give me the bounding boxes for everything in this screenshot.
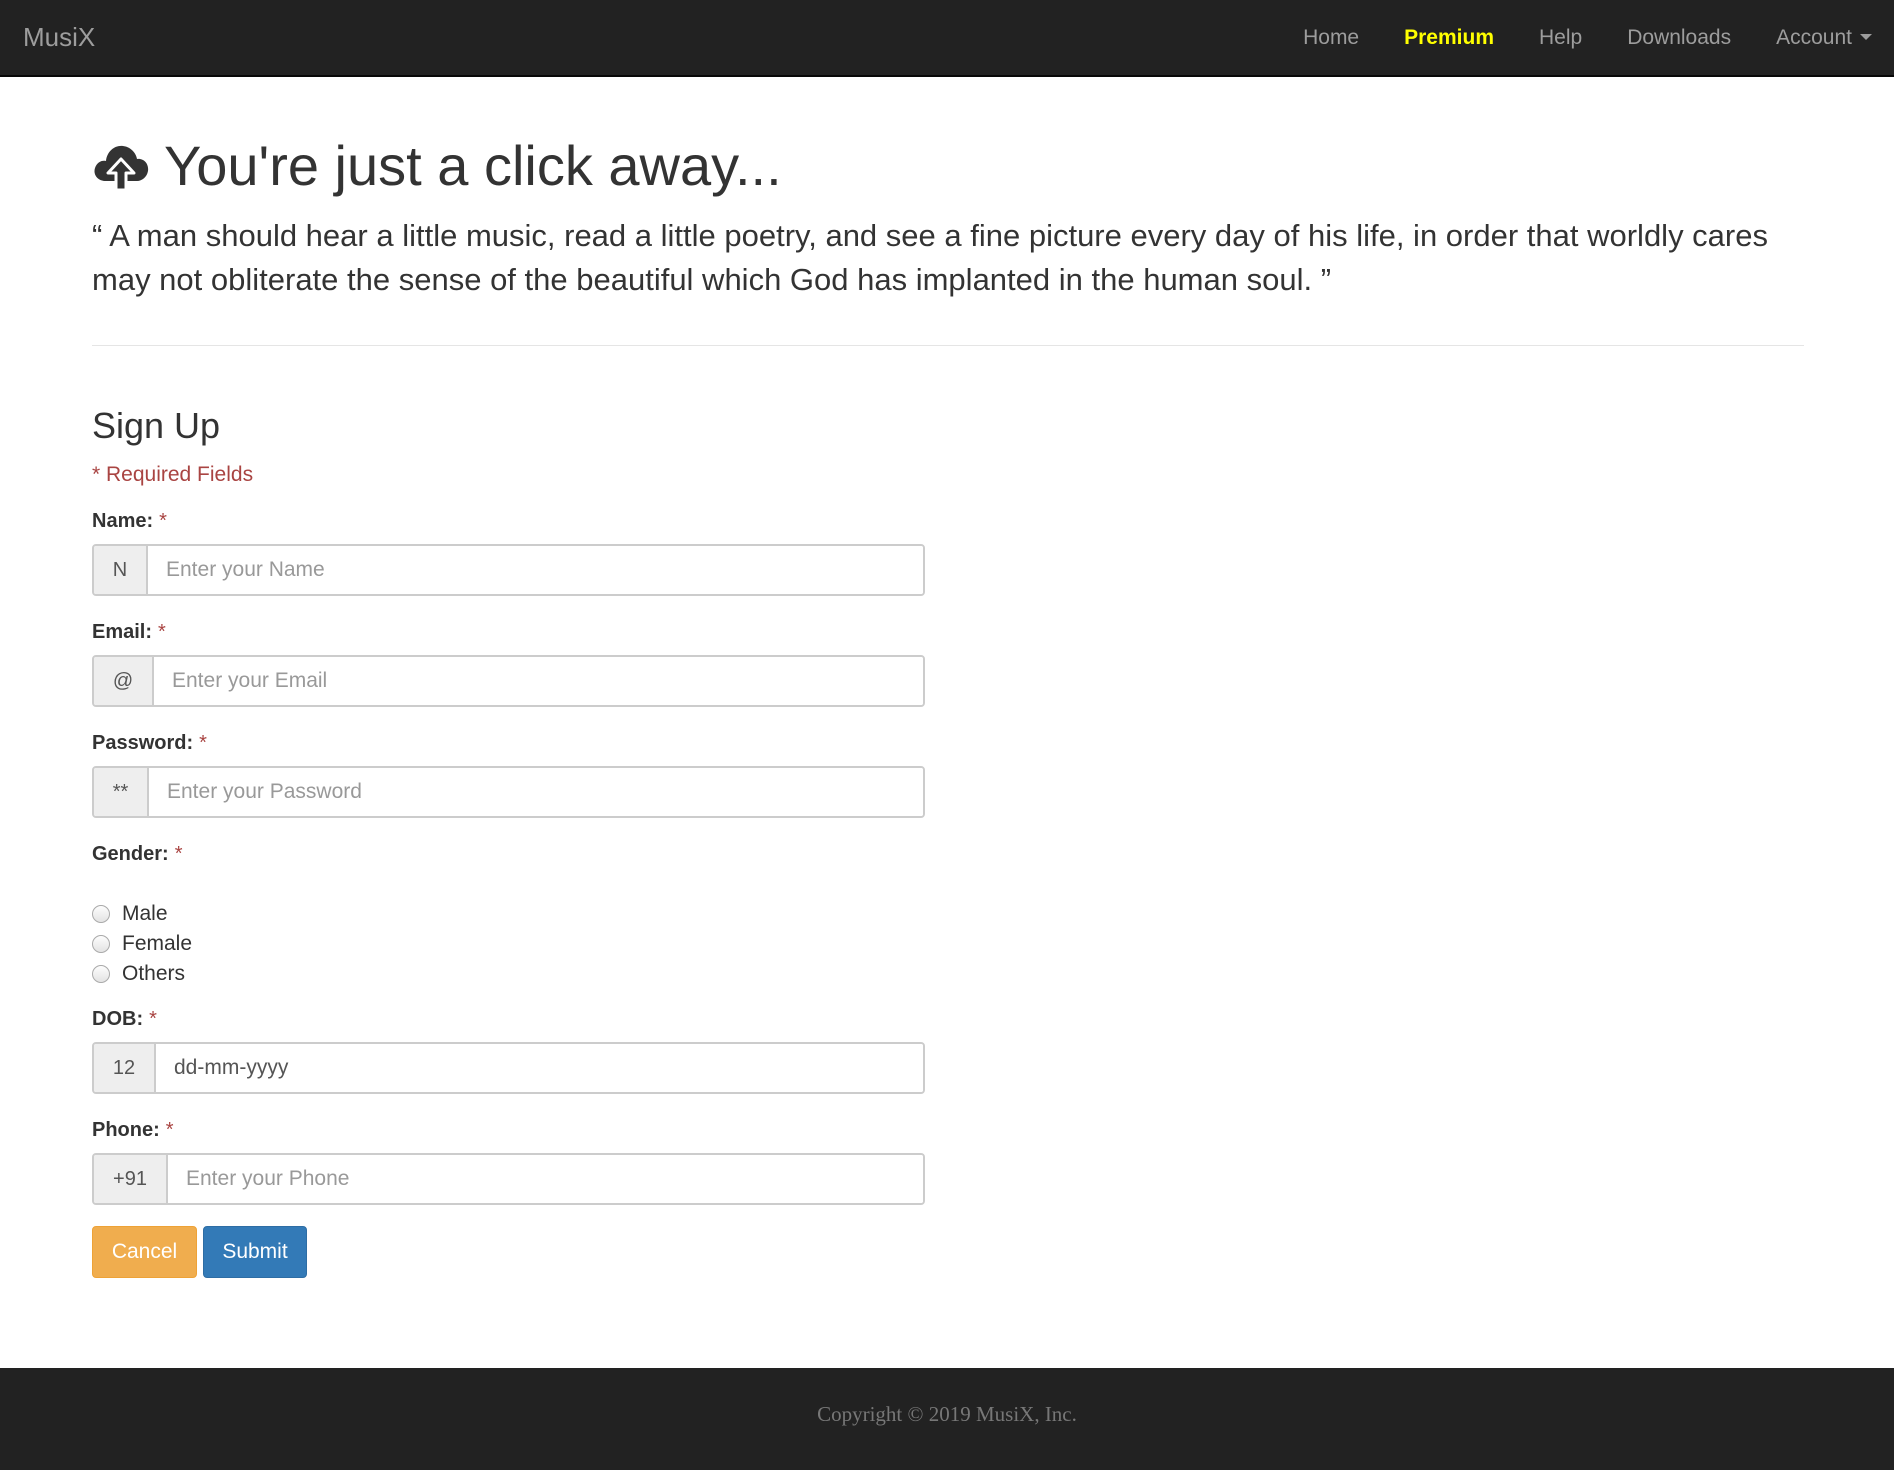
password-input[interactable] xyxy=(149,768,923,816)
dob-input[interactable] xyxy=(156,1044,923,1092)
top-navbar: MusiX Home Premium Help Downloads Accoun… xyxy=(0,0,1894,77)
cloud-upload-icon xyxy=(94,145,149,191)
radio-button[interactable] xyxy=(92,935,110,953)
password-label: Password: * xyxy=(92,732,207,754)
nav-help[interactable]: Help xyxy=(1539,26,1582,50)
email-addon: @ xyxy=(94,657,154,705)
required-star: * xyxy=(174,843,183,865)
required-star: * xyxy=(149,1008,157,1030)
quote-text: “ A man should hear a little music, read… xyxy=(92,218,1768,297)
nav-home[interactable]: Home xyxy=(1303,26,1359,50)
radio-button[interactable] xyxy=(92,965,110,983)
gender-option-male[interactable]: Male xyxy=(92,902,168,926)
nav-account-dropdown[interactable]: Account xyxy=(1776,26,1872,50)
nav-downloads[interactable]: Downloads xyxy=(1627,26,1731,50)
copyright-text: Copyright © 2019 MusiX, Inc. xyxy=(817,1401,1077,1426)
dob-input-group: 12 xyxy=(92,1042,925,1094)
signup-heading: Sign Up xyxy=(92,405,221,446)
nav-premium[interactable]: Premium xyxy=(1404,26,1494,50)
name-input[interactable] xyxy=(148,546,923,594)
gender-option-others[interactable]: Others xyxy=(92,962,185,986)
cancel-button[interactable]: Cancel xyxy=(92,1226,197,1278)
email-input-group: @ xyxy=(92,655,925,707)
required-star: * xyxy=(158,621,166,643)
required-star: * xyxy=(159,510,167,532)
password-input-group: ** xyxy=(92,766,925,818)
section-divider xyxy=(92,345,1804,346)
name-addon: N xyxy=(94,546,148,594)
email-label: Email: * xyxy=(92,621,166,643)
gender-option-label: Male xyxy=(122,902,168,925)
name-input-group: N xyxy=(92,544,925,596)
phone-input-group: +91 xyxy=(92,1153,925,1205)
dob-label: DOB: * xyxy=(92,1008,157,1030)
phone-input[interactable] xyxy=(168,1155,923,1203)
gender-option-label: Others xyxy=(122,962,186,985)
gender-option-female[interactable]: Female xyxy=(92,932,192,956)
gender-option-label: Female xyxy=(122,932,193,955)
email-input[interactable] xyxy=(154,657,923,705)
nav-account-label: Account xyxy=(1776,25,1852,49)
phone-addon: +91 xyxy=(94,1155,168,1203)
submit-button[interactable]: Submit xyxy=(203,1226,307,1278)
footer: Copyright © 2019 MusiX, Inc. xyxy=(0,1368,1894,1470)
required-star: * xyxy=(199,732,207,754)
brand-logo[interactable]: MusiX xyxy=(23,22,95,53)
radio-button[interactable] xyxy=(92,905,110,923)
page-title-text: You're just a click away... xyxy=(164,134,782,197)
gender-label: Gender: * xyxy=(92,843,183,865)
required-star: * xyxy=(165,1119,174,1141)
name-label: Name: * xyxy=(92,510,167,532)
nav-menu: Home Premium Help Downloads Account xyxy=(1258,0,1872,75)
caret-down-icon xyxy=(1860,33,1872,40)
phone-label: Phone: * xyxy=(92,1119,174,1141)
required-fields-note: * Required Fields xyxy=(92,463,254,486)
dob-addon: 12 xyxy=(94,1044,156,1092)
page-title: You're just a click away... xyxy=(92,133,782,198)
password-addon: ** xyxy=(94,768,149,816)
